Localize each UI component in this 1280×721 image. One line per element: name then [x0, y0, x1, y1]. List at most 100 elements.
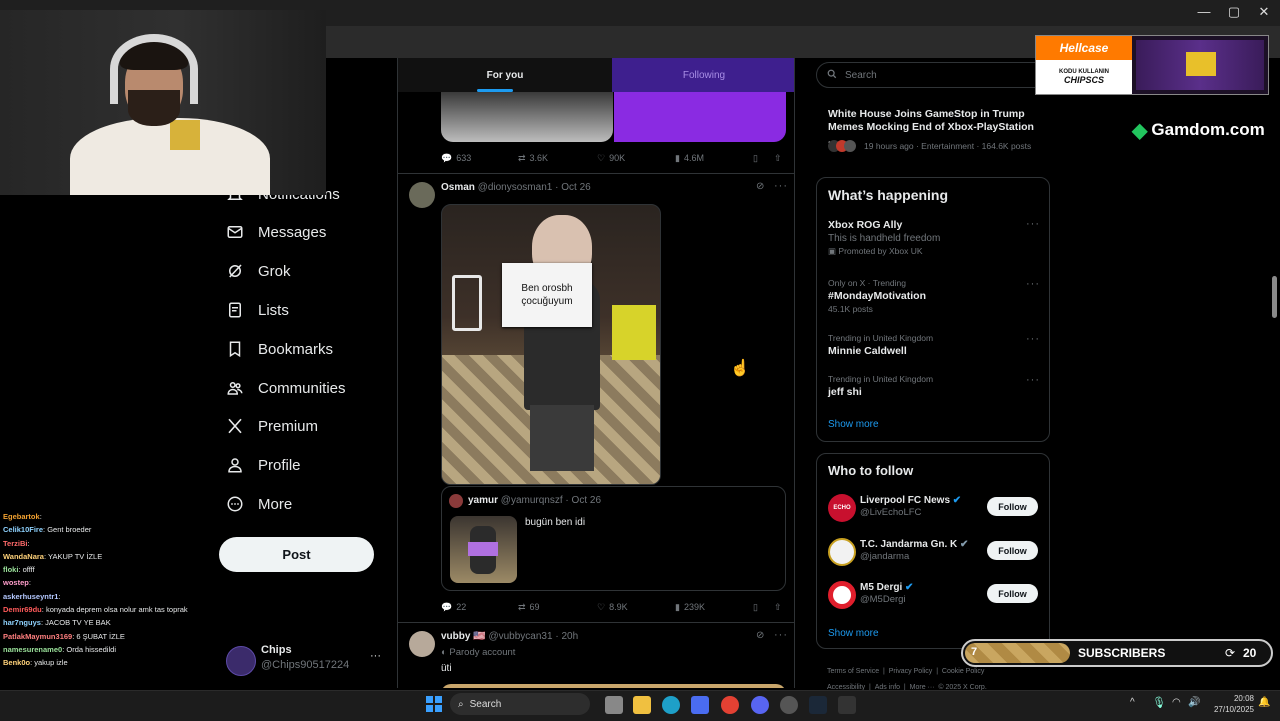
tweet-image[interactable] — [441, 92, 613, 142]
show-more-link[interactable]: Show more — [828, 628, 879, 639]
share-button[interactable]: ⇧ — [774, 602, 782, 613]
scrollbar[interactable] — [1270, 48, 1278, 688]
follow-button[interactable]: Follow — [987, 541, 1038, 560]
tweet-date[interactable]: Oct 26 — [561, 182, 590, 193]
follow-suggestion[interactable]: T.C. Jandarma Gn. K ✔ @jandarma — [860, 539, 968, 562]
volume-icon[interactable]: 🔊 — [1188, 697, 1200, 708]
nav-premium[interactable]: Premium — [226, 413, 318, 439]
quoted-tweet-text: bugün ben idi — [525, 517, 586, 528]
trend-item[interactable]: Only on X · Trending #MondayMotivation 4… — [828, 278, 1028, 314]
account-switcher[interactable]: Chips @Chips90517224 ··· — [226, 644, 386, 676]
nav-communities[interactable]: Communities — [226, 375, 346, 401]
discord-icon[interactable] — [751, 696, 769, 714]
follow-button[interactable]: Follow — [987, 497, 1038, 516]
nav-profile[interactable]: Profile — [226, 452, 301, 478]
avatar[interactable] — [828, 581, 856, 609]
nav-more[interactable]: More — [226, 491, 292, 517]
tweet-author-name[interactable]: vubby — [441, 631, 470, 642]
chrome-icon[interactable] — [721, 696, 739, 714]
more-options-icon[interactable]: ··· — [1026, 333, 1040, 345]
tab-following[interactable]: Following — [612, 58, 794, 92]
repost-button[interactable]: ⇄ 3.6K — [518, 153, 548, 164]
tab-for-you[interactable]: For you — [398, 58, 612, 92]
tweet-image[interactable]: Ben orosbh çocuğuyum — [441, 204, 661, 485]
nav-label: Messages — [258, 223, 327, 241]
reply-button[interactable]: 💬 22 — [441, 602, 466, 613]
steam-icon[interactable] — [809, 696, 827, 714]
clock[interactable]: 20:08 27/10/2025 — [1206, 693, 1254, 715]
search-input[interactable]: Search — [816, 62, 1050, 88]
share-button[interactable]: ⇧ — [774, 153, 782, 164]
quoted-tweet[interactable]: yamur @yamurqnszf · Oct 26 bugün ben idi — [441, 486, 786, 591]
avatar[interactable] — [409, 631, 435, 657]
bookmark-icon — [226, 340, 244, 358]
app-icon[interactable] — [838, 696, 856, 714]
windows-start-icon[interactable] — [426, 696, 442, 712]
post-button[interactable]: Post — [219, 537, 374, 572]
bookmark-button[interactable]: ▯ — [753, 602, 758, 613]
nav-label: Grok — [258, 262, 291, 280]
tweet-image[interactable] — [614, 92, 786, 142]
nav-label: Profile — [258, 456, 301, 474]
trend-item[interactable]: Trending in United Kingdom Minnie Caldwe… — [828, 333, 1028, 357]
tweet-author-handle[interactable]: @vubbycan31 — [488, 631, 552, 642]
maximize-button[interactable]: ▢ — [1222, 4, 1246, 20]
tweet-image[interactable] — [441, 684, 786, 688]
repost-button[interactable]: ⇄ 69 — [518, 602, 540, 613]
grok-icon[interactable]: ⊘ — [756, 630, 764, 641]
more-options-icon[interactable]: ··· — [1026, 374, 1040, 386]
news-card[interactable]: White House Joins GameStop in Trump Meme… — [816, 96, 1050, 166]
show-more-link[interactable]: Show more — [828, 419, 879, 430]
microphone-icon[interactable]: 🎙 — [1152, 696, 1166, 709]
timeline-tabs: For you Following — [398, 58, 794, 92]
edge-icon[interactable] — [662, 696, 680, 714]
file-explorer-icon[interactable] — [633, 696, 651, 714]
more-options-icon[interactable]: ··· — [1026, 278, 1040, 290]
obs-icon[interactable] — [780, 696, 798, 714]
promo-code-box: KODU KULLANIN CHIPSCS — [1036, 60, 1132, 94]
nav-grok[interactable]: Grok — [226, 258, 291, 284]
nav-messages[interactable]: Messages — [226, 219, 326, 245]
avatar[interactable] — [828, 538, 856, 566]
notification-bell-icon[interactable]: 🔔 — [1258, 697, 1270, 708]
chevron-up-icon[interactable]: ^ — [1130, 697, 1135, 708]
nav-lists[interactable]: Lists — [226, 297, 289, 323]
more-options-icon[interactable]: ··· — [774, 180, 788, 192]
grok-icon[interactable]: ⊘ — [756, 181, 764, 192]
close-button[interactable]: ✕ — [1252, 4, 1276, 20]
avatar[interactable]: ECHO — [828, 494, 856, 522]
like-button[interactable]: ♡ 90K — [597, 153, 625, 164]
views-button[interactable]: ▮ 4.6M — [675, 153, 704, 164]
section-title: What’s happening — [828, 187, 949, 203]
more-options-icon[interactable]: ··· — [370, 650, 381, 662]
reply-button[interactable]: 💬 633 — [441, 153, 471, 164]
more-options-icon[interactable]: ··· — [1026, 218, 1040, 230]
trend-item[interactable]: Xbox ROG Ally This is handheld freedom ▣… — [828, 219, 1040, 257]
paper-sign: Ben orosbh çocuğuyum — [502, 263, 592, 327]
task-view-icon[interactable] — [605, 696, 623, 714]
more-options-icon[interactable]: ··· — [774, 629, 788, 641]
wifi-icon[interactable]: ◠ — [1172, 697, 1181, 708]
follow-suggestion[interactable]: M5 Dergi ✔ @M5Dergi — [860, 582, 913, 605]
scrollbar-thumb[interactable] — [1272, 276, 1277, 318]
chat-message: WandaNara: YAKUP TV İZLE — [3, 551, 103, 561]
follow-suggestion[interactable]: Liverpool FC News ✔ @LivEchoLFC — [860, 495, 961, 518]
nav-label: Communities — [258, 379, 346, 397]
avatar[interactable] — [409, 182, 435, 208]
tweet-author-name[interactable]: Osman — [441, 182, 475, 193]
nav-bookmarks[interactable]: Bookmarks — [226, 336, 333, 362]
taskbar-search[interactable]: ⌕ Search — [450, 693, 590, 715]
tweet-author-handle[interactable]: @dionysosman1 — [478, 182, 553, 193]
trend-item[interactable]: Trending in United Kingdom jeff shi — [828, 374, 1028, 398]
minimize-button[interactable]: — — [1192, 4, 1216, 19]
chat-message: PatlakMaymun3169: 6 ŞUBAT İZLE — [3, 631, 125, 641]
like-button[interactable]: ♡ 8.9K — [597, 602, 628, 613]
grok-icon — [226, 262, 244, 280]
tweet-date[interactable]: 20h — [561, 631, 578, 642]
kick-icon: ⟳ — [1225, 646, 1236, 660]
bookmark-button[interactable]: ▯ — [753, 153, 758, 164]
quoted-tweet-header: yamur @yamurqnszf · Oct 26 — [468, 495, 602, 506]
store-icon[interactable] — [691, 696, 709, 714]
views-button[interactable]: ▮ 239K — [675, 602, 705, 613]
follow-button[interactable]: Follow — [987, 584, 1038, 603]
